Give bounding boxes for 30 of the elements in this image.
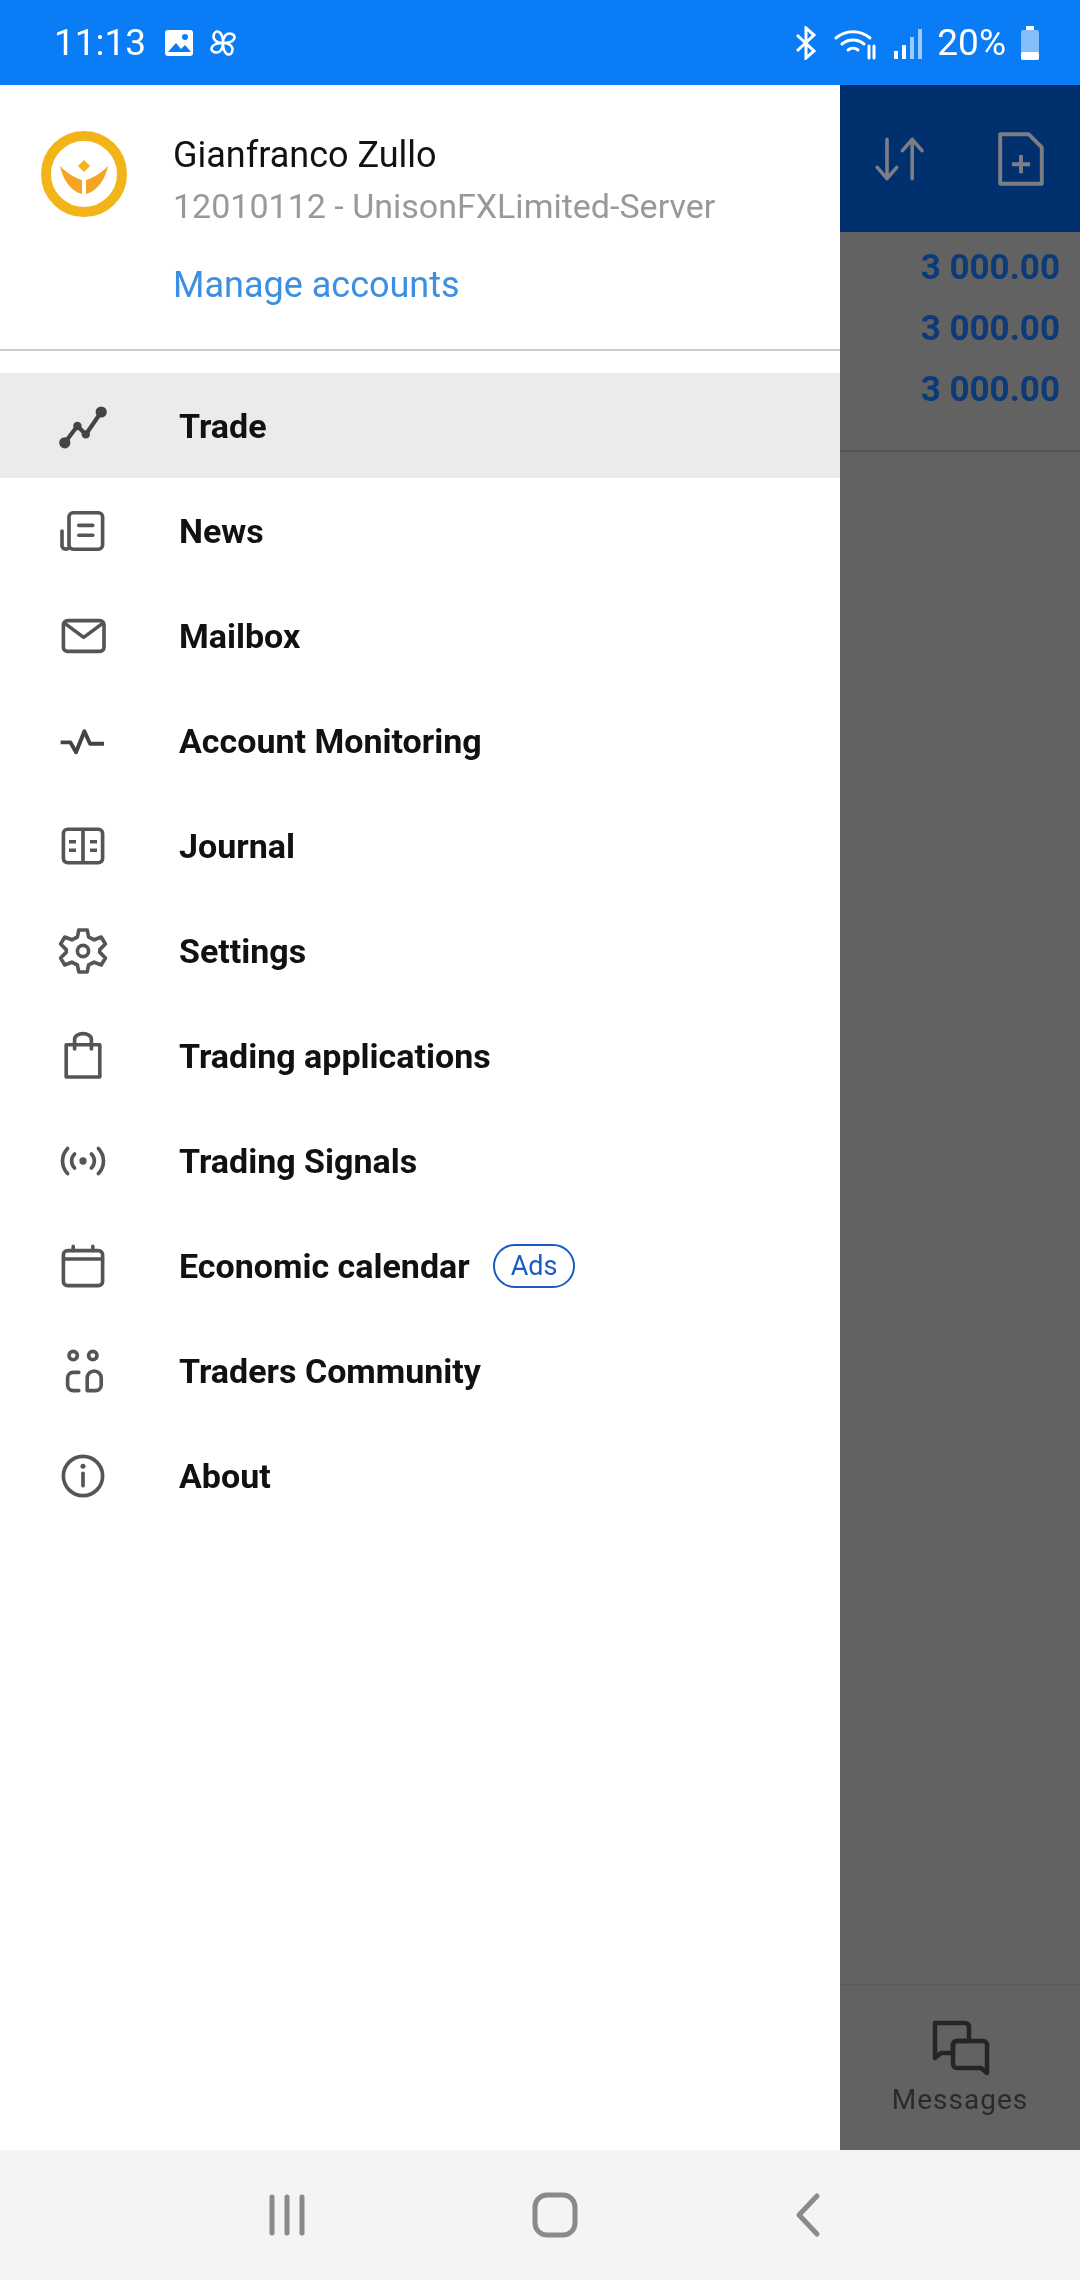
- menu-item[interactable]: Trade: [0, 373, 840, 478]
- menu-label: Traders Community: [179, 1350, 481, 1391]
- menu-label: Mailbox: [179, 615, 301, 656]
- menu-label: Trading Signals: [179, 1140, 418, 1181]
- menu-item[interactable]: About: [0, 1423, 840, 1528]
- menu-label: Journal: [179, 825, 295, 866]
- menu-item[interactable]: Trading applications: [0, 1003, 840, 1108]
- menu-item[interactable]: Mailbox: [0, 583, 840, 688]
- balance-value: 3 000.00: [920, 369, 1060, 410]
- account-name: Gianfranco Zullo: [173, 134, 438, 176]
- clock: 11:13: [54, 21, 147, 64]
- menu-item[interactable]: Traders Community: [0, 1318, 840, 1423]
- menu-label: Trading applications: [179, 1035, 491, 1076]
- menu-item[interactable]: Journal: [0, 793, 840, 898]
- menu-item[interactable]: Settings: [0, 898, 840, 1003]
- balance-value: 3 000.00: [920, 247, 1060, 288]
- menu-label: Account Monitoring: [179, 720, 482, 761]
- menu-item[interactable]: News: [0, 478, 840, 583]
- menu-label: About: [179, 1455, 271, 1496]
- menu-label: Economic calendar: [179, 1245, 470, 1286]
- menu-label: Settings: [179, 930, 307, 971]
- menu-label: Trade: [179, 405, 267, 446]
- menu-item[interactable]: Account Monitoring: [0, 688, 840, 793]
- account-server: 12010112 - UnisonFXLimited-Server: [173, 186, 716, 226]
- menu-item[interactable]: Economic calendar Ads: [0, 1213, 840, 1318]
- battery-percentage: 20%: [937, 21, 1006, 64]
- balance-value: 3 000.00: [920, 308, 1060, 349]
- menu-item[interactable]: Trading Signals: [0, 1108, 840, 1213]
- ads-badge: Ads: [492, 1243, 576, 1288]
- menu-label: News: [179, 510, 264, 551]
